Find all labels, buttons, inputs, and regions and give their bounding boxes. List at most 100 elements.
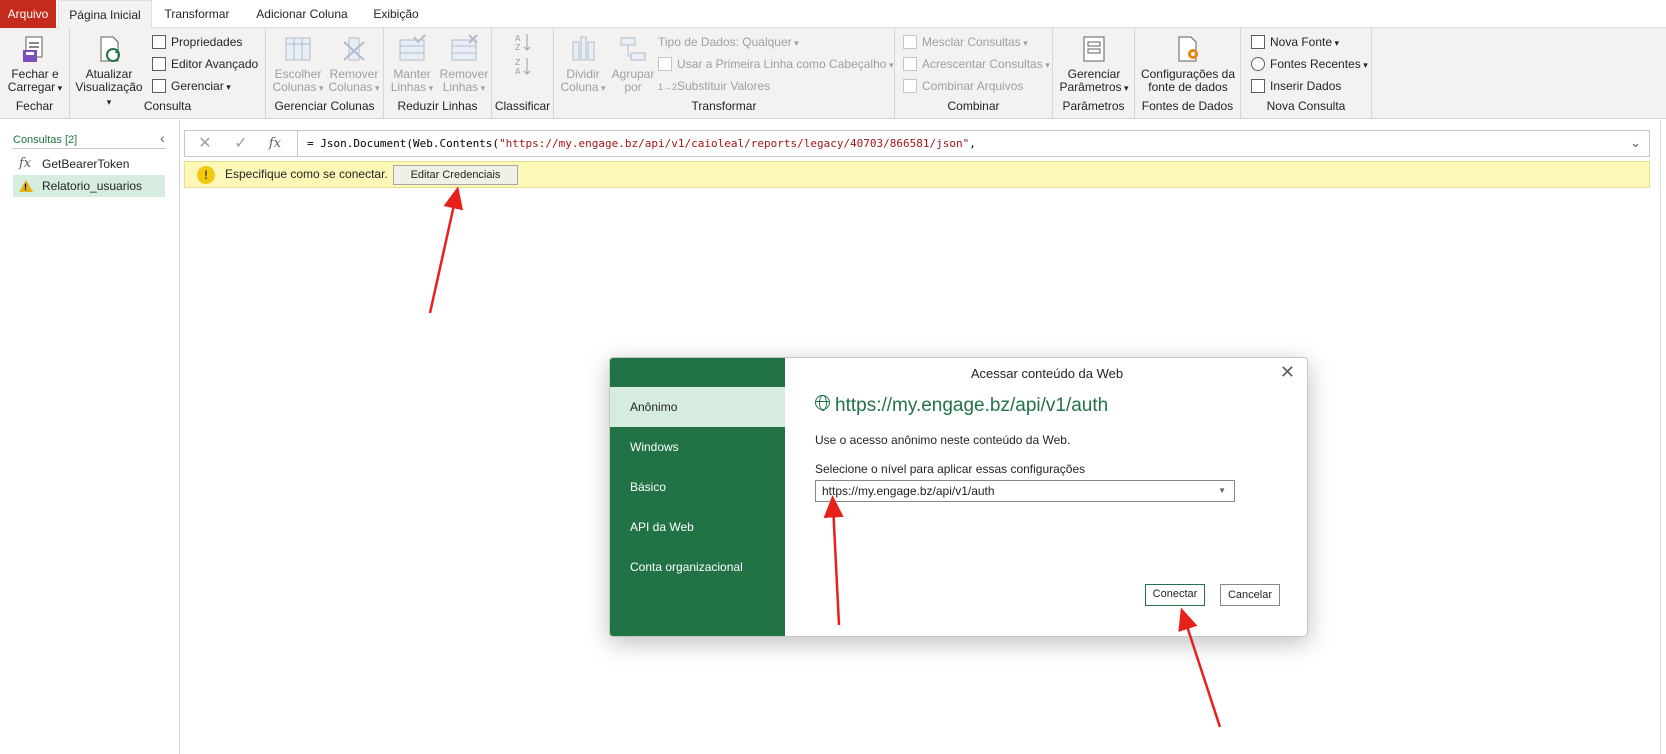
queries-pane: Consultas [2] ‹ fx GetBearerToken ! Rela… <box>0 120 180 754</box>
group-label-combinar: Combinar <box>947 99 1000 113</box>
connect-button[interactable]: Conectar <box>1145 584 1205 606</box>
group-classificar: AZ ZA Classificar <box>492 28 554 119</box>
choose-columns-button[interactable]: Escolher Colunas <box>270 34 326 95</box>
append-queries-button[interactable]: Acrescentar Consultas <box>903 54 1050 74</box>
manage-parameters-button[interactable]: Gerenciar Parâmetros <box>1057 34 1131 95</box>
properties-icon <box>152 35 166 49</box>
group-by-button[interactable]: Agrupar por <box>608 34 658 94</box>
replace-values-icon: 1→2 <box>658 82 678 92</box>
close-icon[interactable]: ✕ <box>1280 362 1295 383</box>
group-label-transformar: Transformar <box>691 99 757 113</box>
merge-queries-button[interactable]: Mesclar Consultas <box>903 32 1028 52</box>
query-item-label: Relatorio_usuarios <box>42 179 143 193</box>
tab-pagina-inicial[interactable]: Página Inicial <box>58 0 152 29</box>
query-item-getbearertoken[interactable]: fx GetBearerToken <box>13 153 165 175</box>
auth-method-sidebar: Anônimo Windows Básico API da Web Conta … <box>610 358 785 636</box>
tab-adicionar-coluna[interactable]: Adicionar Coluna <box>248 0 356 28</box>
manage-label: Gerenciar <box>171 79 231 93</box>
group-consulta: Atualizar Visualização Propriedades Edit… <box>70 28 266 119</box>
auth-basic[interactable]: Básico <box>610 467 785 507</box>
enter-data-button[interactable]: Inserir Dados <box>1251 76 1341 96</box>
properties-label: Propriedades <box>171 35 243 49</box>
refresh-preview-button[interactable]: Atualizar Visualização <box>74 34 144 109</box>
group-label-nova-consulta: Nova Consulta <box>1266 99 1346 113</box>
edit-credentials-button[interactable]: Editar Credenciais <box>393 165 518 185</box>
choose-columns-label-1: Escolher <box>274 67 322 81</box>
svg-text:Z: Z <box>515 43 521 52</box>
cancel-button[interactable]: Cancelar <box>1220 584 1280 606</box>
level-select[interactable]: https://my.engage.bz/api/v1/auth ▼ <box>815 480 1235 502</box>
sort-descending-button[interactable]: ZA <box>514 56 532 76</box>
right-scrollbar[interactable] <box>1660 120 1666 754</box>
auth-organizational-account[interactable]: Conta organizacional <box>610 547 785 587</box>
keep-rows-label-1: Manter <box>393 67 431 81</box>
function-insert-icon[interactable]: fx <box>265 134 285 154</box>
credentials-warning-banner: ! Especifique como se conectar. Editar C… <box>184 161 1650 188</box>
arrow-to-edit-credentials <box>428 186 464 314</box>
new-source-button[interactable]: Nova Fonte <box>1251 32 1339 52</box>
group-by-label-2: por <box>624 80 642 94</box>
keep-rows-icon <box>397 34 427 64</box>
power-query-editor: Arquivo Página Inicial Transformar Adici… <box>0 0 1666 754</box>
confirm-formula-icon[interactable]: ✓ <box>231 134 251 154</box>
group-gerenciar-colunas: Escolher Colunas Remover Colunas Gerenci… <box>266 28 384 119</box>
queries-pane-title: Consultas [2] <box>13 134 78 146</box>
remove-columns-label-1: Remover <box>329 67 379 81</box>
enter-data-icon <box>1251 79 1265 93</box>
combine-files-button[interactable]: Combinar Arquivos <box>903 76 1023 96</box>
group-label-fechar: Fechar <box>15 99 54 113</box>
sort-ascending-icon: AZ <box>515 34 531 52</box>
group-transformar: Dividir Coluna Agrupar por Tipo de Dados… <box>554 28 895 119</box>
remove-rows-button[interactable]: Remover Linhas <box>438 34 490 95</box>
web-content-access-dialog: Anônimo Windows Básico API da Web Conta … <box>609 357 1308 637</box>
dialog-url-text: https://my.engage.bz/api/v1/auth <box>835 395 1109 416</box>
level-select-value: https://my.engage.bz/api/v1/auth <box>822 484 995 498</box>
group-reduzir-linhas: Manter Linhas Remover Linhas Reduzir Lin… <box>384 28 492 119</box>
manage-icon <box>152 79 166 93</box>
tab-transformar[interactable]: Transformar <box>156 0 238 28</box>
auth-windows[interactable]: Windows <box>610 427 785 467</box>
data-source-settings-button[interactable]: Configurações da fonte de dados <box>1137 34 1239 94</box>
chevron-down-icon: ▼ <box>1218 486 1226 495</box>
new-source-icon <box>1251 35 1265 49</box>
remove-columns-button[interactable]: Remover Colunas <box>326 34 382 95</box>
auth-anonymous[interactable]: Anônimo <box>610 387 785 427</box>
keep-rows-button[interactable]: Manter Linhas <box>386 34 438 95</box>
queries-pane-divider <box>12 148 166 149</box>
formula-suffix: , <box>969 137 976 150</box>
split-column-button[interactable]: Dividir Coluna <box>558 34 608 95</box>
query-item-relatorio-usuarios[interactable]: ! Relatorio_usuarios <box>13 175 165 197</box>
tab-exibicao[interactable]: Exibição <box>366 0 426 28</box>
append-queries-icon <box>903 57 917 71</box>
auth-web-api[interactable]: API da Web <box>610 507 785 547</box>
tab-arquivo[interactable]: Arquivo <box>0 0 56 28</box>
remove-rows-label-2: Linhas <box>443 80 485 94</box>
dialog-description: Use o acesso anônimo neste conteúdo da W… <box>815 433 1071 447</box>
ribbon: Fechar e Carregar Fechar Atualizar Visua… <box>0 28 1666 119</box>
remove-columns-label-2: Colunas <box>328 80 379 94</box>
group-label-classificar: Classificar <box>494 99 551 113</box>
merge-queries-icon <box>903 35 917 49</box>
split-column-label-1: Dividir <box>566 67 600 81</box>
collapse-pane-icon[interactable]: ‹ <box>160 130 165 146</box>
sort-ascending-button[interactable]: AZ <box>514 32 532 52</box>
use-first-row-label: Usar a Primeira Linha como Cabeçalho <box>677 57 893 71</box>
formula-input[interactable]: = Json.Document(Web.Contents("https://my… <box>307 131 976 156</box>
choose-columns-label-2: Colunas <box>272 80 323 94</box>
advanced-editor-button[interactable]: Editor Avançado <box>152 54 258 74</box>
expand-formula-icon[interactable]: ⌄ <box>1630 135 1641 151</box>
manage-button[interactable]: Gerenciar <box>152 76 231 96</box>
close-load-button[interactable]: Fechar e Carregar <box>4 34 66 95</box>
dialog-title: Acessar conteúdo da Web <box>970 366 1124 381</box>
use-first-row-headers-button[interactable]: Usar a Primeira Linha como Cabeçalho <box>658 54 893 74</box>
group-label-consulta: Consulta <box>143 99 192 113</box>
formula-url-string: "https://my.engage.bz/api/v1/caioleal/re… <box>499 137 970 150</box>
close-load-label-1: Fechar e <box>11 67 59 81</box>
remove-rows-label-1: Remover <box>439 67 489 81</box>
recent-sources-button[interactable]: Fontes Recentes <box>1251 54 1368 74</box>
cancel-formula-icon[interactable]: ✕ <box>195 134 215 154</box>
formula-prefix: = Json.Document(Web.Contents( <box>307 137 500 150</box>
data-type-dropdown[interactable]: Tipo de Dados: Qualquer <box>658 32 799 52</box>
properties-button[interactable]: Propriedades <box>152 32 242 52</box>
replace-values-button[interactable]: 1→2Substituir Valores <box>658 76 770 96</box>
